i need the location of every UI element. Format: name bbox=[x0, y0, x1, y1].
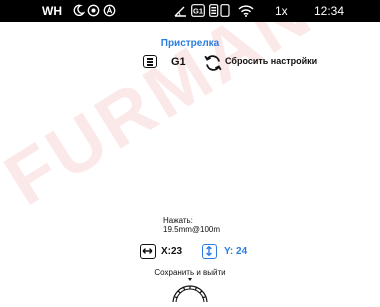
memory-icon bbox=[209, 4, 231, 17]
dial-icon[interactable] bbox=[172, 277, 208, 307]
reset-icon[interactable] bbox=[204, 54, 222, 77]
zoom-level: 1x bbox=[275, 4, 288, 18]
reset-settings-button[interactable]: Сбросить настройки bbox=[225, 56, 317, 66]
profile-g1-icon: G1 bbox=[191, 4, 205, 17]
svg-text:G1: G1 bbox=[193, 7, 203, 16]
xy-offset-row: X:23 Y: 24 bbox=[140, 244, 260, 260]
wifi-icon bbox=[238, 5, 254, 17]
watermark-text: FURMAN bbox=[0, 0, 327, 222]
brightness-icon bbox=[87, 4, 100, 17]
status-bar: WH G1 1x 12:34 bbox=[0, 0, 380, 22]
x-offset-value[interactable]: X:23 bbox=[161, 246, 182, 257]
profile-name[interactable]: G1 bbox=[171, 56, 186, 68]
vertical-arrows-icon[interactable] bbox=[202, 244, 217, 259]
click-step-value: 19.5mm@100m bbox=[163, 225, 221, 234]
press-label: Нажать: bbox=[163, 216, 193, 225]
white-hot-mode-label: WH bbox=[42, 4, 62, 18]
angle-icon bbox=[174, 5, 188, 17]
page-title: Пристрелка bbox=[160, 38, 220, 49]
clock-time: 12:34 bbox=[314, 4, 345, 18]
auto-mode-icon bbox=[103, 4, 116, 17]
horizontal-arrows-icon[interactable] bbox=[140, 244, 156, 259]
profile-list-icon[interactable] bbox=[143, 55, 157, 68]
moon-icon bbox=[72, 4, 85, 17]
save-and-exit-label[interactable]: Сохранить и выйти bbox=[0, 268, 380, 277]
y-offset-value[interactable]: Y: 24 bbox=[224, 246, 247, 257]
